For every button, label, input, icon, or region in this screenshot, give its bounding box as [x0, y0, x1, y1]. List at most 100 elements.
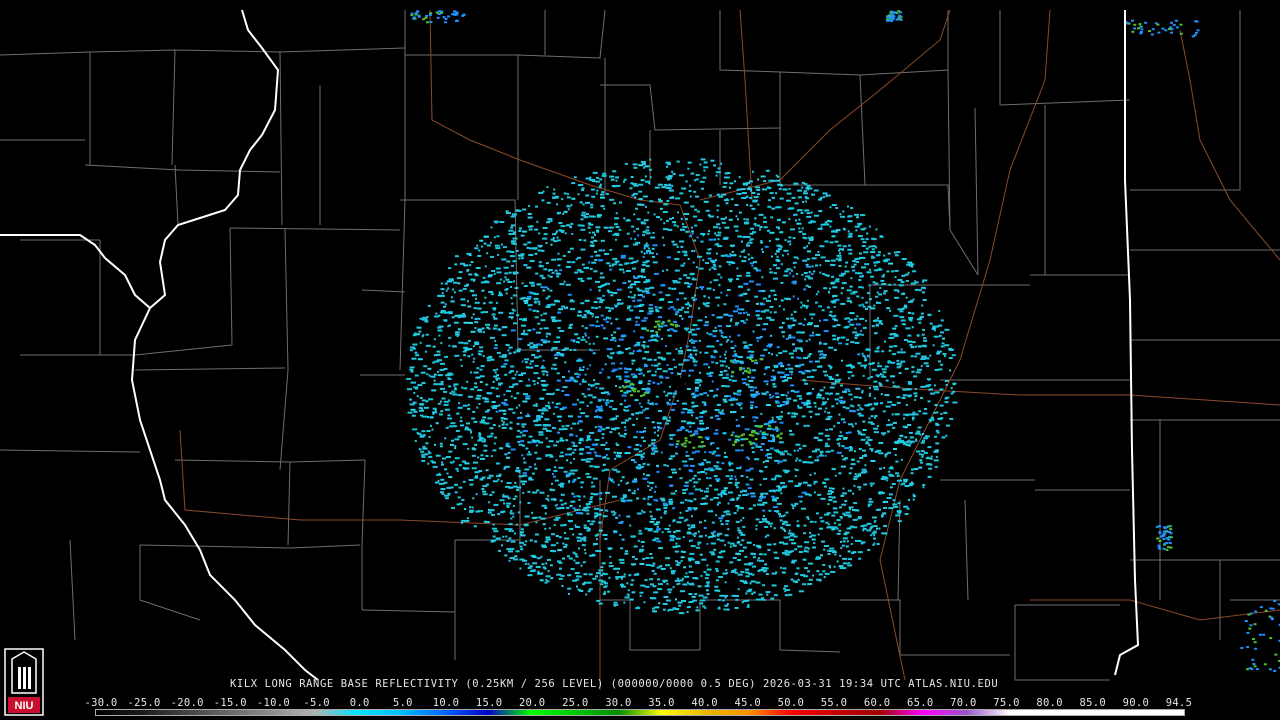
echo-pixel — [510, 509, 513, 512]
echo-pixel — [862, 305, 866, 308]
echo-pixel — [511, 530, 514, 533]
echo-pixel — [412, 428, 418, 431]
echo-pixel — [801, 507, 806, 510]
echo-pixel — [642, 374, 645, 377]
echo-pixel — [492, 449, 497, 452]
echo-pixel — [572, 495, 576, 498]
echo-pixel — [633, 213, 636, 216]
county-line — [600, 84, 781, 131]
echo-pixel — [824, 513, 830, 516]
echo-pixel — [874, 350, 880, 353]
echo-pixel — [491, 491, 495, 494]
echo-pixel — [718, 265, 722, 268]
echo-pixel — [688, 235, 692, 238]
echo-pixel — [737, 393, 742, 396]
echo-pixel — [804, 278, 806, 281]
echo-pixel — [789, 272, 792, 275]
echo-pixel — [490, 293, 494, 296]
echo-pixel — [878, 293, 883, 296]
echo-pixel — [654, 537, 660, 540]
echo-pixel — [478, 435, 482, 438]
echo-pixel — [498, 328, 502, 331]
echo-pixel — [702, 234, 705, 237]
echo-pixel — [804, 196, 808, 199]
echo-pixel — [896, 359, 900, 362]
echo-pixel — [707, 233, 710, 235]
echo-pixel — [578, 495, 581, 498]
echo-pixel — [491, 513, 495, 516]
echo-pixel — [640, 270, 645, 273]
echo-pixel — [593, 493, 599, 496]
echo-pixel — [501, 423, 505, 426]
echo-pixel — [775, 401, 778, 404]
echo-pixel — [736, 536, 739, 539]
echo-pixel — [546, 186, 549, 189]
echo-pixel — [557, 311, 562, 314]
echo-pixel — [526, 295, 532, 298]
echo-pixel — [824, 454, 827, 457]
echo-pixel — [544, 527, 547, 530]
echo-pixel — [695, 609, 700, 612]
echo-pixel — [708, 230, 710, 233]
echo-pixel — [467, 403, 470, 406]
echo-pixel — [831, 467, 834, 470]
echo-pixel — [860, 214, 866, 217]
echo-pixel — [648, 370, 651, 373]
echo-pixel — [564, 361, 567, 364]
echo-pixel — [759, 559, 764, 562]
echo-pixel — [848, 423, 854, 426]
echo-pixel — [668, 307, 671, 310]
echo-pixel — [679, 315, 682, 317]
echo-pixel — [616, 571, 619, 574]
echo-pixel — [893, 448, 897, 450]
echo-pixel — [683, 262, 686, 265]
echo-pixel — [508, 271, 512, 274]
echo-pixel — [671, 184, 674, 187]
echo-pixel — [690, 328, 696, 331]
echo-pixel — [723, 353, 726, 356]
echo-pixel — [484, 400, 490, 403]
echo-pixel — [869, 482, 875, 485]
echo-pixel — [719, 355, 722, 358]
echo-pixel — [469, 506, 472, 509]
echo-pixel — [633, 344, 638, 347]
echo-pixel — [425, 344, 431, 347]
echo-pixel — [759, 483, 762, 486]
echo-pixel — [846, 540, 849, 543]
echo-pixel — [813, 402, 817, 405]
echo-pixel — [506, 540, 510, 542]
echo-pixel — [503, 363, 508, 366]
echo-pixel — [731, 262, 736, 264]
echo-pixel — [422, 318, 427, 321]
echo-pixel — [760, 448, 764, 451]
echo-pixel — [474, 321, 479, 324]
echo-pixel — [847, 550, 851, 553]
echo-pixel — [751, 451, 755, 454]
echo-pixel — [552, 196, 556, 199]
echo-pixel — [537, 377, 541, 380]
echo-pixel — [569, 528, 574, 530]
echo-pixel — [465, 321, 471, 324]
echo-pixel — [459, 502, 463, 505]
echo-pixel — [894, 385, 900, 388]
echo-pixel — [589, 267, 593, 270]
echo-pixel — [474, 382, 477, 385]
echo-pixel — [667, 175, 673, 178]
echo-pixel — [832, 325, 837, 328]
echo-pixel — [502, 421, 505, 424]
echo-pixel — [534, 300, 537, 303]
echo-pixel — [551, 401, 554, 404]
echo-pixel — [910, 346, 915, 349]
echo-pixel — [792, 343, 795, 346]
echo-pixel — [776, 510, 780, 513]
echo-pixel — [630, 176, 634, 178]
echo-pixel — [564, 537, 570, 540]
echo-pixel — [504, 276, 507, 279]
echo-pixel — [493, 405, 499, 407]
county-line — [139, 544, 361, 549]
echo-pixel — [851, 265, 855, 268]
echo-pixel — [697, 543, 700, 546]
echo-pixel — [488, 501, 491, 504]
echo-pixel — [831, 487, 835, 490]
echo-pixel — [510, 540, 516, 543]
